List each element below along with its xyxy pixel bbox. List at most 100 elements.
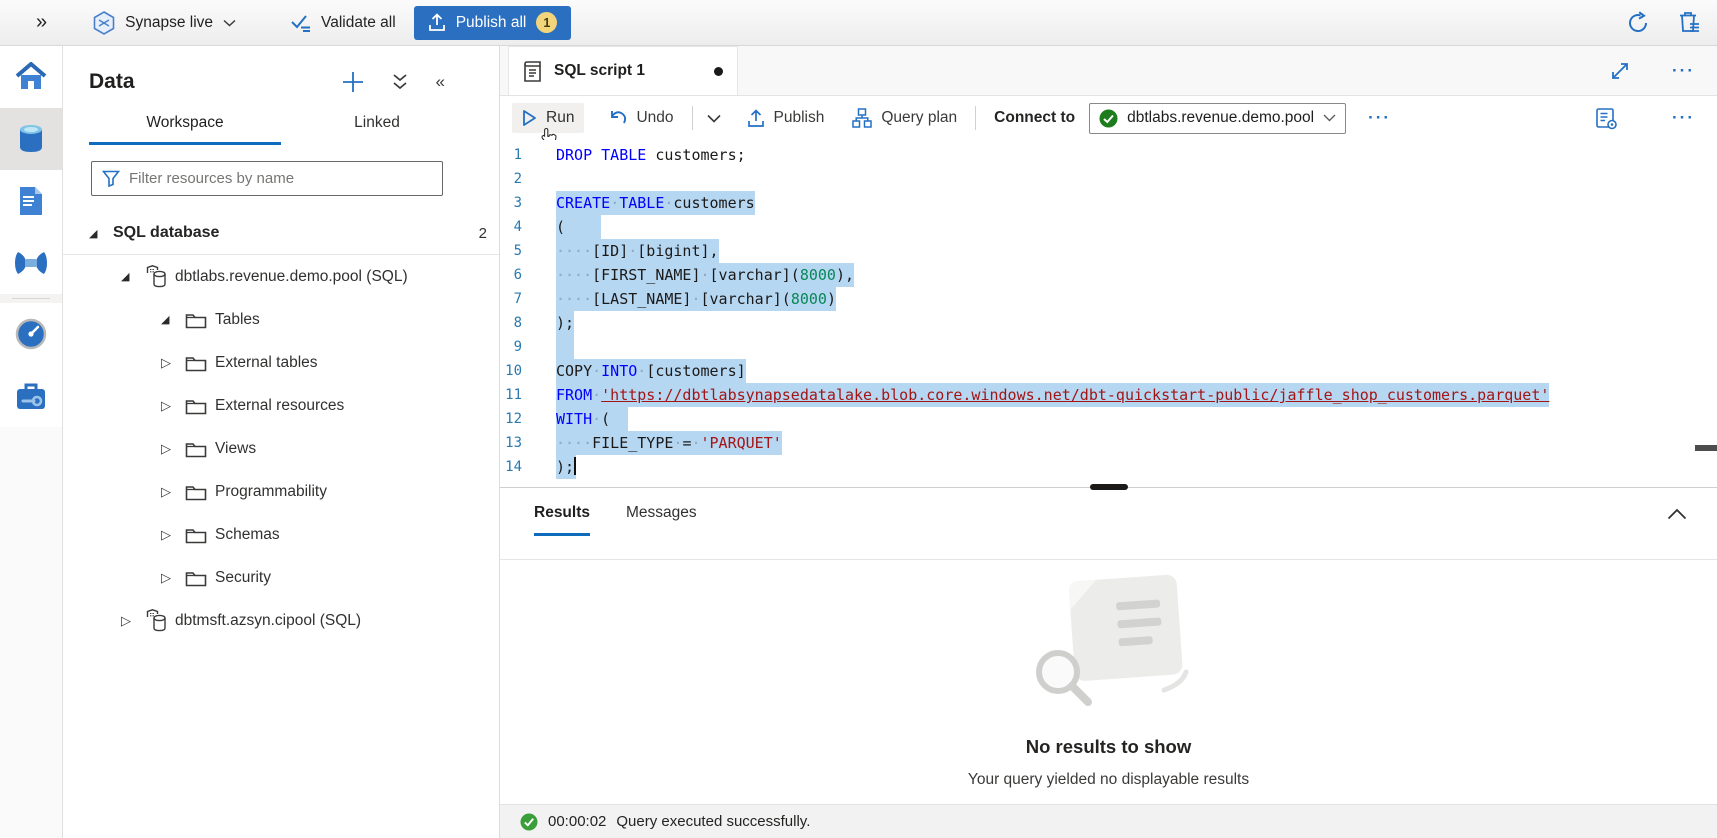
tree-item-label: dbtmsft.azsyn.cipool (SQL)	[175, 612, 361, 630]
no-results-illustration	[1014, 572, 1204, 714]
code-line[interactable]: 5····[ID]·[bigint],	[500, 239, 1717, 263]
code-line[interactable]: 9	[500, 335, 1717, 359]
expand-editor-icon[interactable]	[1610, 61, 1630, 81]
text-cursor	[574, 457, 576, 475]
sql-code-editor[interactable]: 1DROP TABLE customers;23CREATE·TABLE·cus…	[500, 140, 1717, 487]
tree-item[interactable]: ▷Programmability	[63, 470, 499, 513]
line-number: 5	[500, 239, 522, 263]
editor-more-actions-icon[interactable]: ···	[1672, 108, 1695, 128]
nav-develop-button[interactable]	[0, 170, 62, 232]
validate-all-button[interactable]: Validate all	[290, 13, 396, 33]
script-properties-icon[interactable]	[1595, 107, 1618, 130]
code-text-selected: (	[556, 215, 601, 239]
expand-arrow-icon[interactable]: ▷	[161, 570, 185, 586]
expand-all-icon[interactable]	[392, 73, 408, 91]
code-line[interactable]: 1DROP TABLE customers;	[500, 143, 1717, 167]
undo-button[interactable]: Undo	[598, 103, 683, 133]
status-time: 00:00:02	[548, 813, 606, 830]
tree-item[interactable]: ▷External tables	[63, 341, 499, 384]
code-text-selected: ····[FIRST_NAME]·[varchar](8000),	[556, 263, 854, 287]
publish-count-badge: 1	[536, 12, 557, 33]
code-line[interactable]: 14);	[500, 455, 1717, 479]
toolbar-divider	[692, 106, 693, 130]
gauge-icon	[15, 318, 47, 350]
tree-item[interactable]: ◢SQL database2	[63, 212, 499, 255]
connect-to-label: Connect to	[994, 109, 1075, 127]
expand-rail-icon[interactable]: »	[36, 11, 47, 34]
folder-icon	[185, 526, 215, 544]
nav-manage-button[interactable]	[0, 365, 62, 427]
folder-icon	[185, 440, 215, 458]
tab-messages[interactable]: Messages	[626, 504, 697, 536]
code-line[interactable]: 13····FILE_TYPE·=·'PARQUET'	[500, 431, 1717, 455]
success-check-icon	[520, 813, 538, 831]
chevron-down-icon	[1323, 114, 1336, 122]
query-status-bar: 00:00:02 Query executed successfully.	[500, 804, 1717, 838]
selected-pool: dbtlabs.revenue.demo.pool	[1127, 109, 1314, 127]
connect-to-dropdown[interactable]: dbtlabs.revenue.demo.pool	[1089, 103, 1346, 134]
tree-item[interactable]: ◢dbtlabs.revenue.demo.pool (SQL)	[63, 255, 499, 298]
toolbar-more-actions-icon[interactable]: ···	[1368, 108, 1391, 128]
tree-item[interactable]: ▷Views	[63, 427, 499, 470]
discard-trash-icon[interactable]	[1678, 10, 1701, 35]
tree-item[interactable]: ▷Security	[63, 556, 499, 599]
tab-results[interactable]: Results	[534, 504, 590, 536]
code-line[interactable]: 3CREATE·TABLE·customers	[500, 191, 1717, 215]
code-line[interactable]: 4(	[500, 215, 1717, 239]
mode-label: Synapse live	[125, 14, 213, 32]
code-line[interactable]: 7····[LAST_NAME]·[varchar](8000)	[500, 287, 1717, 311]
splitter-grip[interactable]	[1090, 484, 1128, 490]
tab-sql-script-1[interactable]: SQL script 1	[508, 46, 738, 95]
expand-arrow-icon[interactable]: ▷	[161, 398, 185, 414]
undo-redo-dropdown-icon[interactable]	[701, 108, 727, 129]
tab-linked[interactable]: Linked	[281, 114, 473, 145]
query-plan-button[interactable]: Query plan	[842, 102, 967, 134]
editor-scrollbar-fragment[interactable]	[1695, 445, 1717, 451]
collapse-arrow-icon[interactable]: ◢	[89, 227, 113, 240]
line-number: 8	[500, 311, 522, 335]
code-line[interactable]: 10COPY·INTO·[customers]	[500, 359, 1717, 383]
pipeline-icon	[14, 250, 48, 276]
tab-workspace[interactable]: Workspace	[89, 114, 281, 145]
line-number: 11	[500, 383, 522, 407]
collapse-arrow-icon[interactable]: ◢	[161, 313, 185, 326]
expand-arrow-icon[interactable]: ▷	[161, 441, 185, 457]
synapse-logo-icon	[93, 11, 115, 35]
nav-integrate-button[interactable]	[0, 232, 62, 294]
code-line[interactable]: 2	[500, 167, 1717, 191]
expand-arrow-icon[interactable]: ▷	[161, 355, 185, 371]
collapse-panel-icon[interactable]: «	[436, 72, 445, 92]
tree-item[interactable]: ▷External resources	[63, 384, 499, 427]
resource-tree: ◢SQL database2◢dbtlabs.revenue.demo.pool…	[63, 212, 499, 642]
tree-item[interactable]: ▷ dbtmsft.azsyn.cipool (SQL)	[63, 599, 499, 642]
tree-item[interactable]: ◢Tables	[63, 298, 499, 341]
code-text-selected: );	[556, 455, 576, 479]
nav-monitor-button[interactable]	[0, 303, 62, 365]
tree-item[interactable]: ▷Schemas	[63, 513, 499, 556]
code-line[interactable]: 12WITH·(	[500, 407, 1717, 431]
line-number: 14	[500, 455, 522, 479]
code-line[interactable]: 6····[FIRST_NAME]·[varchar](8000),	[500, 263, 1717, 287]
code-line[interactable]: 8);	[500, 311, 1717, 335]
nav-home-button[interactable]	[0, 46, 62, 108]
expand-arrow-icon[interactable]: ▷	[161, 484, 185, 500]
line-number: 7	[500, 287, 522, 311]
top-command-bar: » Synapse live Validate all Publish all …	[0, 0, 1717, 46]
publish-icon	[747, 109, 765, 128]
rail-divider	[12, 298, 50, 299]
nav-data-button[interactable]	[0, 108, 62, 170]
line-number: 2	[500, 167, 522, 191]
run-button[interactable]: Run	[512, 103, 584, 133]
expand-arrow-icon[interactable]: ▷	[121, 613, 145, 629]
publish-button[interactable]: Publish	[737, 103, 835, 134]
refresh-icon[interactable]	[1626, 11, 1650, 35]
mode-selector[interactable]: Synapse live	[93, 11, 236, 35]
collapse-results-icon[interactable]	[1667, 508, 1687, 520]
expand-arrow-icon[interactable]: ▷	[161, 527, 185, 543]
publish-all-button[interactable]: Publish all 1	[414, 6, 572, 40]
filter-resources-input[interactable]	[129, 170, 432, 187]
tab-more-actions-icon[interactable]: ···	[1672, 61, 1695, 81]
code-line[interactable]: 11FROM·'https://dbtlabsynapsedatalake.bl…	[500, 383, 1717, 407]
add-resource-icon[interactable]	[342, 71, 364, 93]
collapse-arrow-icon[interactable]: ◢	[121, 270, 145, 283]
